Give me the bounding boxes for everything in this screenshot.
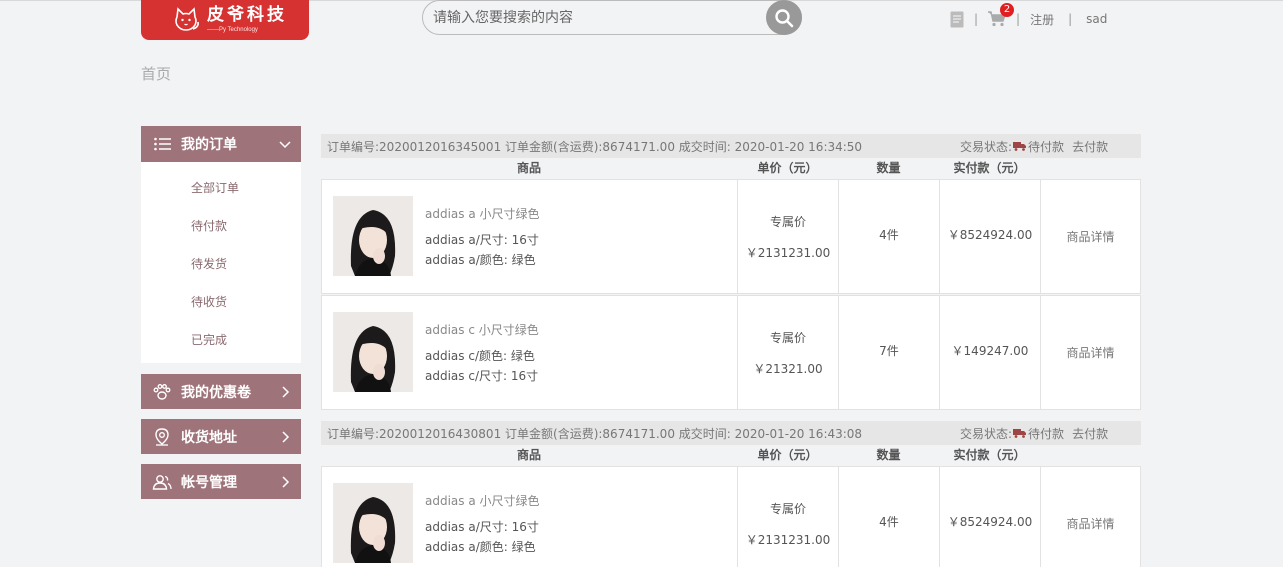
username-link[interactable]: sad: [1086, 12, 1107, 26]
order-filter-list: 全部订单 待付款 待发货 待收货 已完成: [141, 162, 301, 363]
paid-amount: ￥8524924.00: [947, 227, 1033, 242]
sidebar-account[interactable]: 帐号管理: [141, 464, 301, 499]
col-paid: 实付款（元）: [953, 161, 1026, 175]
order-columns: 商品 单价（元） 数量 实付款（元）: [321, 158, 1141, 179]
product-attr: addias a/颜色: 绿色: [425, 253, 536, 267]
product-thumbnail[interactable]: [333, 483, 413, 563]
sidebar-label: 收货地址: [181, 429, 237, 446]
order-status: 待付款: [1028, 139, 1065, 154]
truck-icon: [1013, 142, 1027, 151]
sidebar-label: 帐号管理: [181, 474, 237, 491]
chevron-down-icon: [279, 141, 291, 149]
header-user-nav: | 2 | 注册 | sad: [950, 3, 1107, 28]
search-icon: [775, 8, 794, 27]
product-photo: [333, 196, 413, 276]
cart-count-badge: 2: [1000, 3, 1015, 17]
sidebar-label: 我的订单: [181, 137, 237, 153]
unit-price: ￥2131231.00: [745, 532, 831, 547]
quantity: 4件: [879, 514, 899, 529]
register-link[interactable]: 注册: [1030, 11, 1054, 28]
list-icon: [153, 137, 171, 151]
product-thumbnail[interactable]: [333, 312, 413, 392]
product-name[interactable]: addias a 小尺寸绿色: [425, 492, 540, 509]
chevron-right-icon: [282, 385, 290, 398]
sidebar-label: 我的优惠卷: [181, 384, 251, 401]
sidebar: 我的订单 全部订单 待付款 待发货 待收货 已完成 我的优惠卷 收货地址 帐号管…: [141, 126, 301, 499]
chevron-right-icon: [282, 475, 290, 488]
order-item-row: addias a 小尺寸绿色 addias a/尺寸: 16寸 addias a…: [321, 466, 1141, 567]
unit-price: ￥2131231.00: [745, 245, 831, 260]
location-pin-icon: [155, 427, 169, 446]
product-name[interactable]: addias c 小尺寸绿色: [425, 321, 539, 338]
order-list: 订单编号:2020012016345001 订单金额(含运费):8674171.…: [321, 134, 1141, 567]
col-unit-price: 单价（元）: [757, 161, 818, 175]
search-button[interactable]: [766, 0, 802, 35]
price-label: 专属价: [769, 501, 806, 516]
sidebar-my-orders[interactable]: 我的订单: [141, 126, 301, 162]
quantity: 4件: [879, 227, 899, 242]
order-filter-all[interactable]: 全部订单: [141, 169, 301, 207]
pay-now-link[interactable]: 去付款: [1072, 425, 1108, 442]
logo-subtitle: ——Py Technology: [207, 27, 258, 33]
col-goods: 商品: [516, 448, 541, 462]
order-columns: 商品 单价（元） 数量 实付款（元）: [321, 445, 1141, 466]
order-summary: 订单编号:2020012016345001 订单金额(含运费):8674171.…: [327, 139, 863, 154]
price-label: 专属价: [769, 330, 806, 345]
order-status-label: 交易状态:: [960, 426, 1013, 441]
product-attr: addias c/颜色: 绿色: [425, 349, 535, 363]
col-qty: 数量: [876, 448, 901, 462]
order-filter-completed[interactable]: 已完成: [141, 321, 301, 359]
order-summary: 订单编号:2020012016430801 订单金额(含运费):8674171.…: [327, 426, 863, 441]
product-thumbnail[interactable]: [333, 196, 413, 276]
product-attr: addias c/尺寸: 16寸: [425, 369, 539, 383]
quantity: 7件: [879, 343, 899, 358]
product-photo: [333, 312, 413, 392]
order-header: 订单编号:2020012016345001 订单金额(含运费):8674171.…: [321, 134, 1141, 158]
product-detail-link[interactable]: 商品详情: [1066, 228, 1114, 245]
order-status: 待付款: [1028, 426, 1065, 441]
unit-price: ￥21321.00: [753, 361, 823, 376]
order-header: 订单编号:2020012016430801 订单金额(含运费):8674171.…: [321, 421, 1141, 445]
nav-divider: |: [1068, 12, 1073, 26]
order-filter-pending-payment[interactable]: 待付款: [141, 207, 301, 245]
cart-button[interactable]: 2: [988, 3, 1015, 27]
site-logo[interactable]: 皮爷科技 ——Py Technology: [141, 0, 309, 40]
col-qty: 数量: [876, 161, 901, 175]
truck-icon: [1013, 429, 1027, 438]
sidebar-address[interactable]: 收货地址: [141, 419, 301, 454]
product-detail-link[interactable]: 商品详情: [1066, 344, 1114, 361]
order-item-row: addias a 小尺寸绿色 addias a/尺寸: 16寸 addias a…: [321, 179, 1141, 294]
nav-divider: |: [1016, 12, 1021, 26]
product-detail-link[interactable]: 商品详情: [1066, 515, 1114, 532]
breadcrumb-home[interactable]: 首页: [141, 63, 171, 84]
pay-now-link[interactable]: 去付款: [1072, 138, 1108, 155]
col-goods: 商品: [516, 161, 541, 175]
users-icon: [152, 474, 172, 490]
sidebar-coupons[interactable]: 我的优惠卷: [141, 374, 301, 409]
product-photo: [333, 483, 413, 563]
search-bar: [422, 0, 802, 35]
col-paid: 实付款（元）: [953, 448, 1026, 462]
product-name[interactable]: addias a 小尺寸绿色: [425, 205, 540, 222]
orders-doc-icon[interactable]: [950, 11, 964, 28]
logo-brand-text: 皮爷科技: [207, 5, 287, 25]
product-attr: addias a/颜色: 绿色: [425, 540, 536, 554]
cat-logo-icon: [175, 7, 199, 31]
order-filter-pending-receipt[interactable]: 待收货: [141, 283, 301, 321]
col-unit-price: 单价（元）: [757, 448, 818, 462]
search-input[interactable]: [433, 1, 753, 34]
chevron-right-icon: [282, 430, 290, 443]
product-attr: addias a/尺寸: 16寸: [425, 233, 539, 247]
price-label: 专属价: [769, 214, 806, 229]
nav-divider: |: [974, 12, 979, 26]
order-item-row: addias c 小尺寸绿色 addias c/颜色: 绿色 addias c/…: [321, 295, 1141, 410]
paid-amount: ￥8524924.00: [947, 514, 1033, 529]
product-attr: addias a/尺寸: 16寸: [425, 520, 539, 534]
paid-amount: ￥149247.00: [951, 343, 1029, 358]
order-status-label: 交易状态:: [960, 139, 1013, 154]
paw-icon: [153, 383, 171, 400]
order-filter-pending-shipment[interactable]: 待发货: [141, 245, 301, 283]
